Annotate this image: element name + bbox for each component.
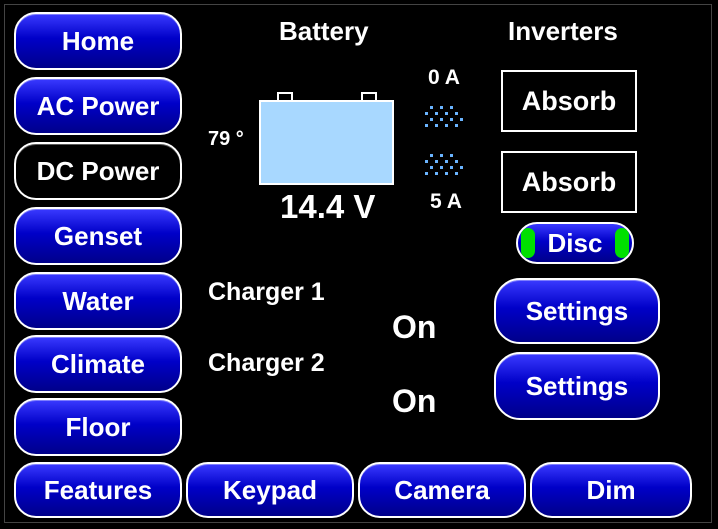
battery-current-out: 5 A	[430, 190, 462, 213]
battery-icon	[259, 100, 394, 185]
charger-2-settings-button[interactable]: Settings	[494, 352, 660, 420]
dim-button[interactable]: Dim	[530, 462, 692, 518]
battery-current-in: 0 A	[428, 66, 460, 89]
nav-ac-power-button[interactable]: AC Power	[14, 77, 182, 135]
charger-2-state: On	[392, 383, 437, 419]
disc-label: Disc	[547, 227, 603, 258]
disc-indicator-right	[615, 228, 629, 258]
charge-flow-dots-icon	[425, 106, 463, 127]
battery-voltage: 14.4 V	[280, 188, 376, 225]
inverter-2-status: Absorb	[501, 151, 637, 213]
battery-terminal-right	[361, 92, 377, 100]
charger-2-label: Charger 2	[208, 349, 325, 377]
keypad-button[interactable]: Keypad	[186, 462, 354, 518]
nav-home-button[interactable]: Home	[14, 12, 182, 70]
inverter-1-status: Absorb	[501, 70, 637, 132]
inverters-title: Inverters	[508, 16, 618, 46]
camera-button[interactable]: Camera	[358, 462, 526, 518]
battery-title: Battery	[279, 16, 369, 46]
nav-dc-power-button[interactable]: DC Power	[14, 142, 182, 200]
battery-temperature: 79 °	[208, 128, 244, 150]
nav-genset-button[interactable]: Genset	[14, 207, 182, 265]
discharge-flow-dots-icon	[425, 154, 463, 175]
charger-1-label: Charger 1	[208, 278, 325, 306]
nav-floor-button[interactable]: Floor	[14, 398, 182, 456]
disc-button[interactable]: Disc	[516, 222, 634, 264]
nav-climate-button[interactable]: Climate	[14, 335, 182, 393]
nav-water-button[interactable]: Water	[14, 272, 182, 330]
charger-1-settings-button[interactable]: Settings	[494, 278, 660, 344]
disc-indicator-left	[521, 228, 535, 258]
charger-1-state: On	[392, 309, 437, 345]
battery-terminal-left	[277, 92, 293, 100]
features-button[interactable]: Features	[14, 462, 182, 518]
